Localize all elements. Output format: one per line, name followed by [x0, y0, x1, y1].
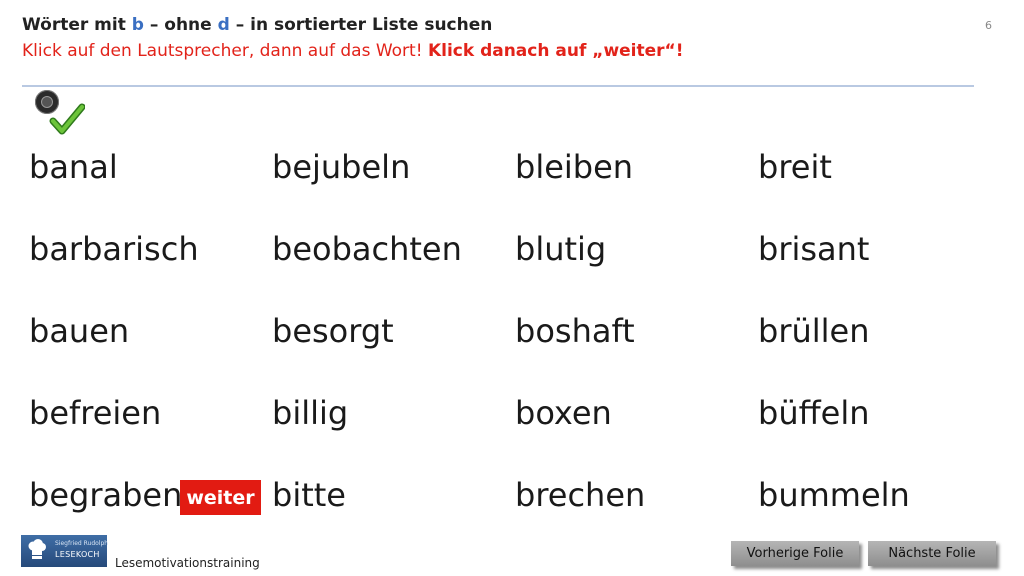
instruction-text: Klick auf den Lautsprecher, dann auf das… — [22, 41, 683, 61]
title-letter-d: d — [217, 15, 230, 35]
logo-subtitle: Siegfried Rudolph — [55, 540, 109, 547]
word-item[interactable]: boxen — [515, 397, 612, 429]
word-item[interactable]: beobachten — [272, 233, 462, 265]
word-item[interactable]: bummeln — [758, 479, 910, 511]
checkmark-icon — [49, 103, 85, 135]
word-item[interactable]: bitte — [272, 479, 346, 511]
slide-number: 6 — [985, 19, 992, 32]
word-item[interactable]: begraben — [29, 479, 182, 511]
instruction-normal: Klick auf den Lautsprecher, dann auf das… — [22, 41, 428, 61]
title-part-3: – in sortierter Liste suchen — [229, 15, 493, 35]
word-item[interactable]: barbarisch — [29, 233, 199, 265]
title-letter-b: b — [131, 15, 144, 35]
word-item[interactable]: breit — [758, 151, 832, 183]
word-item[interactable]: brechen — [515, 479, 645, 511]
word-item[interactable]: bleiben — [515, 151, 633, 183]
word-item[interactable]: billig — [272, 397, 348, 429]
word-item[interactable]: blutig — [515, 233, 606, 265]
weiter-button[interactable]: weiter — [180, 480, 261, 515]
footer-label: Lesemotivationstraining — [115, 556, 260, 570]
word-item[interactable]: banal — [29, 151, 118, 183]
word-item[interactable]: büffeln — [758, 397, 870, 429]
previous-slide-button[interactable]: Vorherige Folie — [731, 541, 859, 566]
word-item[interactable]: besorgt — [272, 315, 394, 347]
next-slide-button[interactable]: Nächste Folie — [868, 541, 996, 566]
word-item[interactable]: brüllen — [758, 315, 870, 347]
chef-hat-icon — [28, 539, 46, 559]
header-divider — [22, 85, 974, 87]
lesekoch-logo: Siegfried Rudolph LESEKOCH — [21, 535, 109, 567]
word-item[interactable]: brisant — [758, 233, 869, 265]
title-part-2: – ohne — [143, 15, 218, 35]
word-item[interactable]: boshaft — [515, 315, 635, 347]
word-item[interactable]: befreien — [29, 397, 161, 429]
word-item[interactable]: bauen — [29, 315, 129, 347]
word-item[interactable]: bejubeln — [272, 151, 410, 183]
slide-title: Wörter mit b – ohne d – in sortierter Li… — [22, 15, 492, 35]
instruction-bold: Klick danach auf „weiter“! — [427, 41, 684, 61]
logo-title: LESEKOCH — [55, 550, 100, 559]
title-part-1: Wörter mit — [22, 15, 132, 35]
